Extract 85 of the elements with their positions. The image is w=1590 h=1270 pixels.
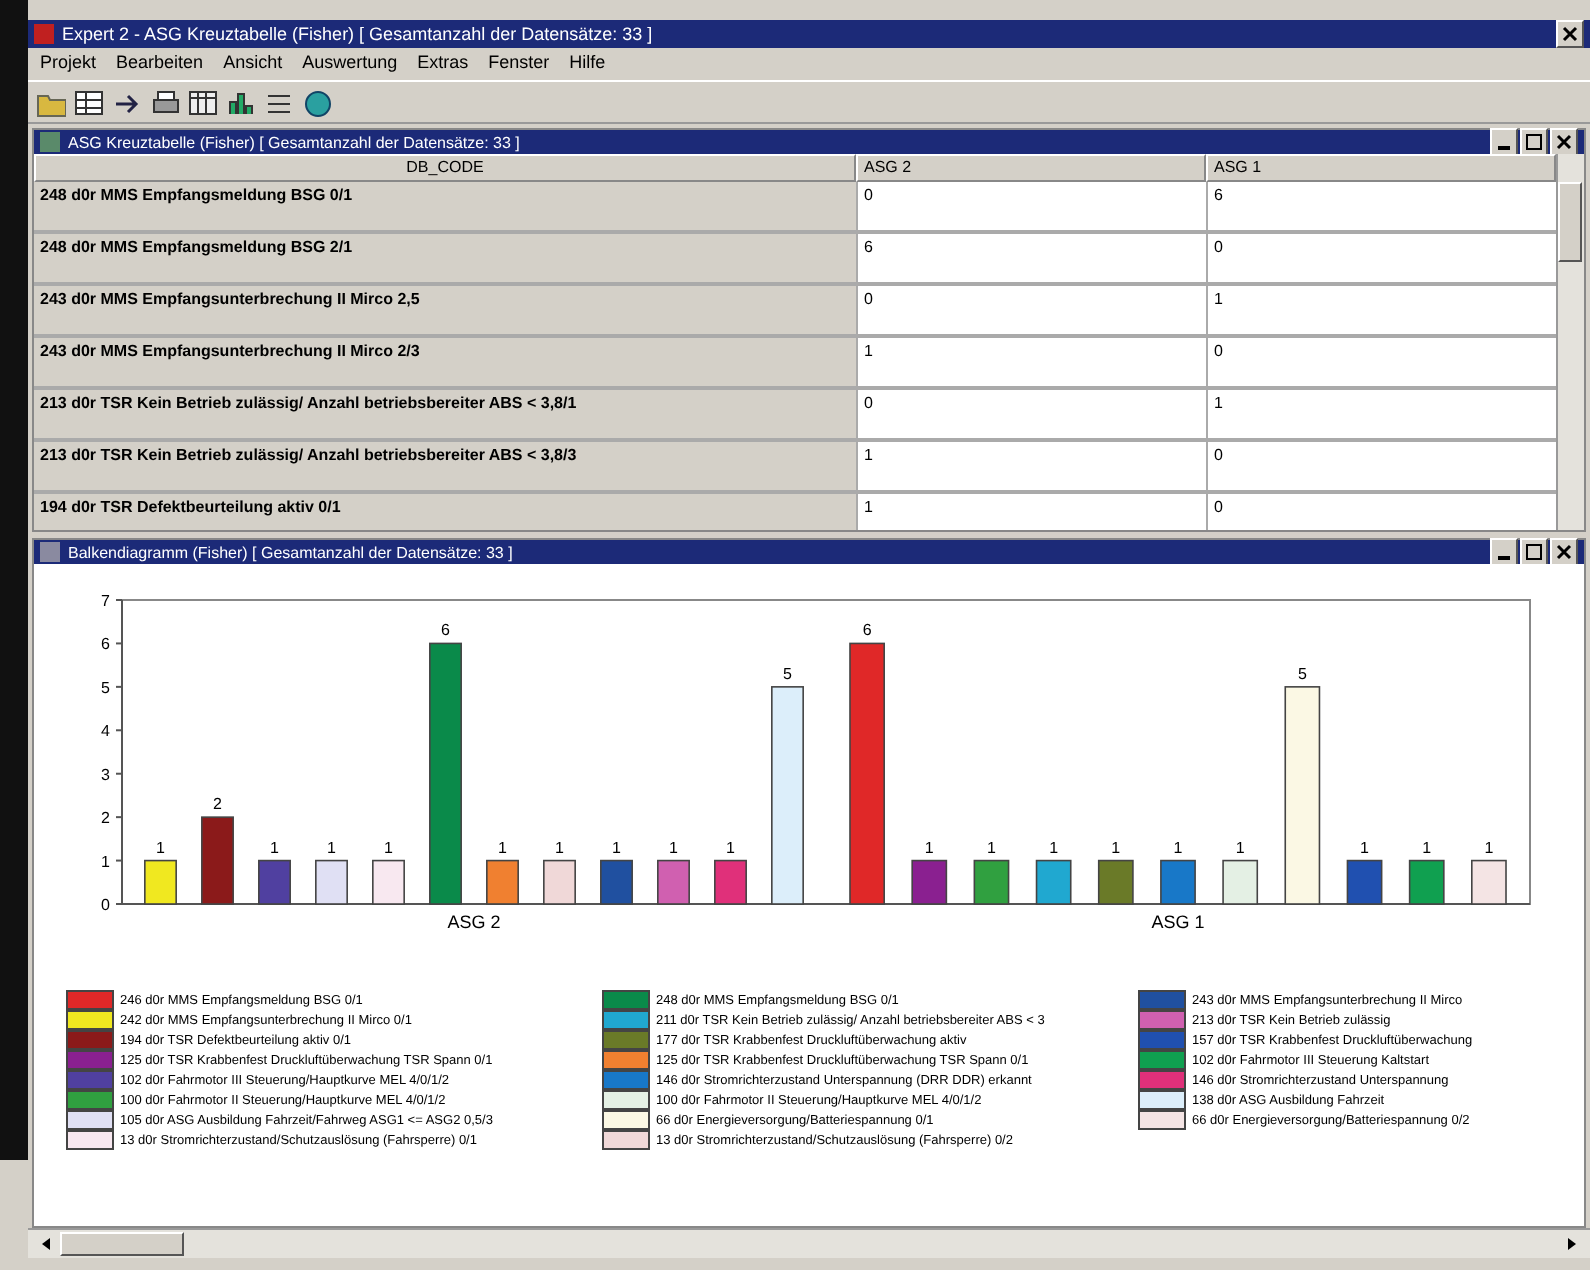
data-label: 1 [555,838,564,857]
printer-icon[interactable] [150,87,180,117]
bar-chart-icon[interactable] [226,87,256,117]
column-header[interactable]: ASG 1 [1206,154,1556,182]
horizontal-scrollbar[interactable] [28,1228,1590,1258]
window-title: ASG Kreuztabelle (Fisher) [ Gesamtanzahl der Datensätze: 33 ] [68,133,522,151]
table-cell: 1 [1206,390,1556,442]
scroll-thumb[interactable] [60,1232,184,1256]
data-label: 1 [156,838,165,857]
minimize-button[interactable] [1490,128,1518,156]
table-cell: 0 [856,390,1206,442]
axis-tick-label: 5 [101,678,110,697]
axis-tick-label: 1 [101,852,110,871]
data-label: 1 [612,838,621,857]
close-button[interactable] [1556,20,1584,48]
table-cell: 6 [856,234,1206,286]
data-label: 5 [783,664,792,683]
axis-tick-label: 4 [101,722,110,741]
menu-item[interactable]: Bearbeiten [116,52,204,76]
close-button[interactable] [1550,128,1578,156]
axis-tick-label: 0 [101,896,110,914]
data-label: 1 [270,838,279,857]
table-cell: 243 d0r MMS Empfangsunterbrechung II Mirco 2/3 [34,338,856,390]
data-label: 1 [1360,838,1369,857]
table-cell: 0 [1206,442,1556,494]
table-cell: 6 [1206,182,1556,234]
table-cell: 0 [856,182,1206,234]
maximize-button[interactable] [1520,128,1548,156]
data-label: 1 [1173,838,1183,857]
data-label: 1 [384,838,393,857]
axis-tick-label: 3 [101,765,110,784]
window-icon [40,132,60,152]
data-label: 5 [1297,664,1307,683]
axis-tick-label: 7 [101,592,110,610]
window-icon [40,542,60,562]
data-label: 1 [1235,838,1245,857]
menu-item[interactable]: Projekt [40,52,97,76]
table-cell: 1 [856,494,1206,530]
category-label: ASG 1 [1151,912,1205,932]
table-cell: 248 d0r MMS Empfangsmeldung BSG 0/1 [34,182,856,234]
menu-item[interactable]: Auswertung [302,52,398,76]
menu-item[interactable]: Hilfe [569,52,606,76]
axis-tick-label: 6 [101,635,110,654]
data-label: 1 [1422,838,1432,857]
data-label: 1 [1049,838,1059,857]
table-cell: 1 [1206,286,1556,338]
close-button[interactable] [1550,538,1578,566]
table-cell: 1 [856,442,1206,494]
data-label: 2 [213,795,222,814]
maximize-button[interactable] [1520,538,1548,566]
scroll-thumb[interactable] [1558,182,1582,262]
data-label: 1 [1111,838,1121,857]
data-label: 1 [726,838,735,857]
data-label: 1 [327,838,336,857]
table-cell: 248 d0r MMS Empfangsmeldung BSG 2/1 [34,234,856,286]
menu-item[interactable]: Ansicht [223,52,283,76]
data-label: 1 [987,838,996,857]
data-label: 1 [1484,838,1494,857]
category-label: ASG 2 [447,912,501,932]
table-cell: 0 [1206,494,1556,530]
table-cell: 243 d0r MMS Empfangsunterbrechung II Mirco 2,5 [34,286,856,338]
app-icon [34,24,54,44]
data-label: 1 [669,838,678,857]
globe-icon[interactable] [302,87,332,117]
vertical-scrollbar[interactable] [1556,154,1584,530]
table-cell: 213 d0r TSR Kein Betrieb zulässig/ Anzahl betriebsbereiter ABS < 3,8/1 [34,390,856,442]
table-cell: 213 d0r TSR Kein Betrieb zulässig/ Anzahl betriebsbereiter ABS < 3,8/3 [34,442,856,494]
window-title: Balkendiagramm (Fisher) [ Gesamtanzahl der Datensätze: 33 ] [68,543,515,561]
minimize-button[interactable] [1490,538,1518,566]
grid-icon[interactable] [74,87,104,117]
table-cell: 1 [856,338,1206,390]
column-header[interactable]: DB_CODE [34,154,856,182]
axis-tick-label: 2 [101,809,110,828]
window-title: Expert 2 - ASG Kreuztabelle (Fisher) [ Gesamtanzahl der Datensätze: 33 ] [62,24,655,44]
table-cell: 0 [1206,234,1556,286]
column-header[interactable]: ASG 2 [856,154,1206,182]
menu-item[interactable]: Fenster [488,52,550,76]
data-label: 1 [498,838,507,857]
table-cell: 0 [856,286,1206,338]
table-cell: 0 [1206,338,1556,390]
table-icon[interactable] [188,87,218,117]
data-label: 1 [924,838,934,857]
data-label: 6 [441,621,450,640]
data-label: 6 [862,621,872,640]
menu-item[interactable]: Extras [417,52,469,76]
